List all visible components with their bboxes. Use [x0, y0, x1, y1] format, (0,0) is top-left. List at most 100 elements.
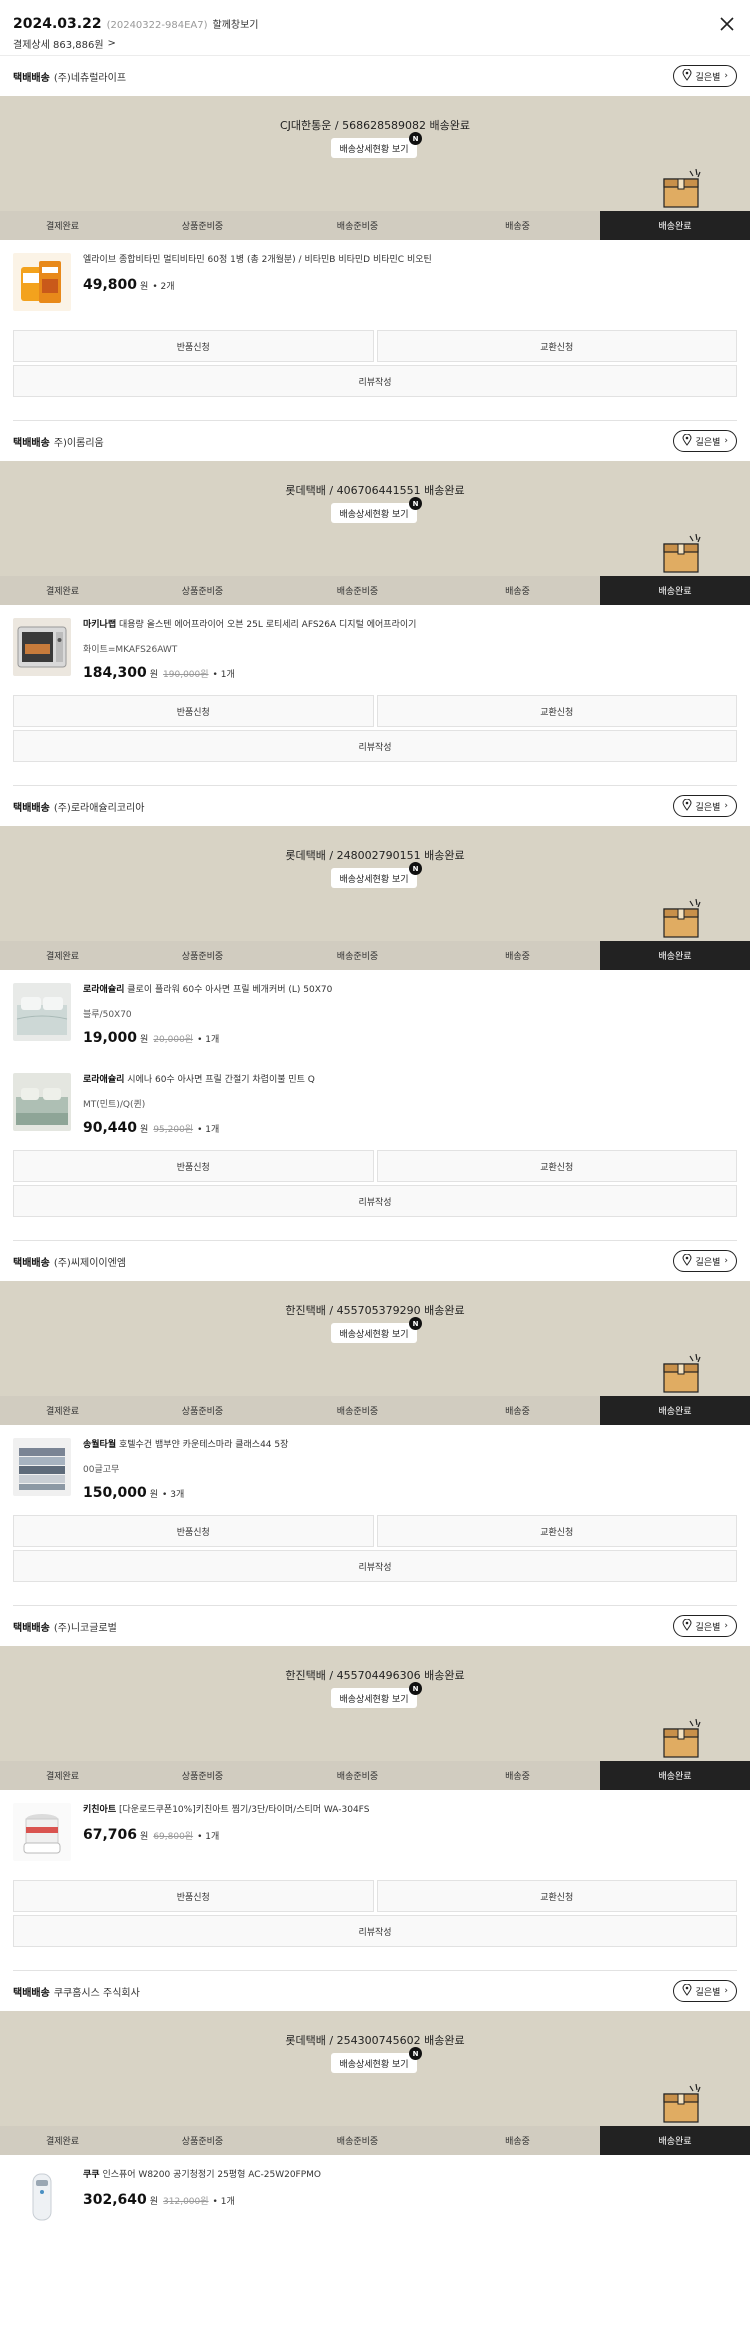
order-number: (20240322-984EA7) — [106, 20, 208, 31]
route-button[interactable]: 길은별 › — [672, 65, 737, 87]
product-option: 블루/50X70 — [83, 1010, 132, 1020]
tracking-banner: 한진택배 / 455705379290 배송완료 배송상세현황 보기 N — [0, 1281, 750, 1396]
delivery-box-icon — [660, 1718, 708, 1759]
product-title: 클로이 플라워 60수 아사면 프릴 베개커버 (L) 50X70 — [127, 985, 333, 995]
delivery-step: 상품준비중 — [181, 2137, 224, 2147]
route-button-label: 길은별 — [695, 802, 721, 813]
return-request-button[interactable]: 반품신청 — [13, 1150, 374, 1182]
shipment-list: 택배배송 (주)네츄럴라이프 길은별 › CJ대한통운 / 568628589082… — [0, 56, 750, 2245]
product-thumbnail[interactable] — [13, 1803, 71, 1861]
product-item[interactable]: 로라애슐리 클로이 플라워 60수 아사면 프릴 베개커버 (L) 50X70 … — [0, 970, 750, 1060]
new-badge: N — [409, 1317, 422, 1330]
return-request-button[interactable]: 반품신청 — [13, 1880, 374, 1912]
return-request-button[interactable]: 반품신청 — [13, 330, 374, 362]
carrier-tracking-text: 한진택배 / 455705379290 배송완료 — [285, 1304, 465, 1317]
exchange-request-button[interactable]: 교환신청 — [376, 1880, 737, 1912]
route-button[interactable]: 길은별 › — [672, 430, 737, 452]
seller-info: 택배배송 (주)로라애슐리코리아 — [13, 799, 144, 814]
write-review-button[interactable]: 리뷰작성 — [13, 365, 737, 397]
original-price: 312,000원 — [163, 2197, 209, 2207]
product-name[interactable]: 로라애슐리 시에나 60수 아사면 프릴 간절기 차렵이불 민트 Q — [83, 1074, 737, 1087]
delivery-step: 배송중 — [505, 587, 530, 597]
product-brand: 로라애슐리 — [83, 1075, 125, 1085]
map-pin-icon — [682, 1253, 692, 1269]
product-option: 화이트=MKAFS26AWT — [83, 645, 178, 655]
product-title: 호텔수건 뱀부얀 카운테스마라 클래스44 5장 — [119, 1440, 289, 1450]
map-pin-icon — [682, 798, 692, 814]
product-item[interactable]: 송월타월 호텔수건 뱀부얀 카운테스마라 클래스44 5장 00글고무 150,… — [0, 1425, 750, 1515]
route-button[interactable]: 길은별 › — [672, 795, 737, 817]
price-line: 184,300 원 190,000원 • 1개 — [83, 665, 737, 681]
route-button-label: 길은별 — [695, 437, 721, 448]
write-review-button[interactable]: 리뷰작성 — [13, 1915, 737, 1947]
product-thumbnail[interactable] — [13, 1073, 71, 1131]
product-name[interactable]: 쿠쿠 인스퓨어 W8200 공기청정기 25평형 AC-25W20FPMO — [83, 2169, 737, 2182]
shipment-card: 택배배송 (주)네츄럴라이프 길은별 › CJ대한통운 / 568628589082… — [0, 56, 750, 421]
product-item[interactable]: 키친아트 [다운로드쿠폰10%]키친아트 찜기/3단/타이머/스티머 WA-30… — [0, 1790, 750, 1880]
ship-type: 택배배송 — [13, 1987, 50, 1999]
route-button[interactable]: 길은별 › — [672, 1250, 737, 1272]
tracking-detail-button[interactable]: 배송상세현황 보기 — [331, 868, 417, 888]
delivery-step: 결제완료 — [45, 2137, 80, 2147]
carrier-tracking-text: 롯데택배 / 406706441551 배송완료 — [285, 484, 465, 497]
product-title: 엘라이브 종합비타민 멀티비타민 60정 1병 (총 2개월분) / 비타민B … — [83, 255, 432, 265]
write-review-button[interactable]: 리뷰작성 — [13, 1185, 737, 1217]
order-date: 2024.03.22 — [13, 16, 102, 32]
route-button[interactable]: 길은별 › — [672, 1615, 737, 1637]
product-thumbnail[interactable] — [13, 1438, 71, 1496]
route-button-label: 길은별 — [695, 1257, 721, 1268]
product-name[interactable]: 마키나랩 대용량 올스텐 에어프라이어 오븐 25L 로티세리 AFS26A 디… — [83, 619, 737, 632]
product-item[interactable]: 로라애슐리 시에나 60수 아사면 프릴 간절기 차렵이불 민트 Q MT(민트… — [0, 1060, 750, 1150]
shipment-header: 택배배송 주)이롬리움 길은별 › — [0, 421, 750, 461]
map-pin-icon — [682, 68, 692, 84]
product-item[interactable]: 엘라이브 종합비타민 멀티비타민 60정 1병 (총 2개월분) / 비타민B … — [0, 240, 750, 330]
product-item[interactable]: 마키나랩 대용량 올스텐 에어프라이어 오븐 25L 로티세리 AFS26A 디… — [0, 605, 750, 695]
return-request-button[interactable]: 반품신청 — [13, 695, 374, 727]
tracking-detail-button[interactable]: 배송상세현황 보기 — [331, 138, 417, 158]
payment-detail-label: 결제상세 863,886원 — [13, 40, 104, 51]
delivery-box-icon — [660, 2083, 708, 2124]
write-review-button[interactable]: 리뷰작성 — [13, 730, 737, 762]
shipment-card: 택배배송 (주)니코글로벌 길은별 › 한진택배 / 455704496306 배송… — [0, 1606, 750, 1971]
delivery-steps: 결제완료 상품준비중 배송준비중 배송중 배송완료 — [0, 941, 750, 970]
route-button[interactable]: 길은별 › — [672, 1980, 737, 2002]
tracking-detail-button[interactable]: 배송상세현황 보기 — [331, 1688, 417, 1708]
delivery-box-icon — [660, 898, 708, 939]
seller-info: 택배배송 (주)니코글로벌 — [13, 1619, 117, 1634]
product-thumbnail[interactable] — [13, 2168, 71, 2226]
exchange-request-button[interactable]: 교환신청 — [376, 1515, 737, 1547]
close-icon[interactable] — [717, 14, 737, 34]
tracking-banner: CJ대한통운 / 568628589082 배송완료 배송상세현황 보기 N — [0, 96, 750, 211]
seller-name: (주)네츄럴라이프 — [53, 72, 127, 84]
product-name[interactable]: 엘라이브 종합비타민 멀티비타민 60정 1병 (총 2개월분) / 비타민B … — [83, 254, 737, 267]
product-price: 90,440 — [83, 1120, 138, 1136]
payment-detail-link[interactable]: 결제상세 863,886원 > — [13, 36, 737, 51]
product-title: [다운로드쿠폰10%]키친아트 찜기/3단/타이머/스티머 WA-304FS — [119, 1805, 370, 1815]
delivery-step: 배송완료 — [600, 211, 750, 240]
exchange-request-button[interactable]: 교환신청 — [376, 330, 737, 362]
route-button-label: 길은별 — [695, 1622, 721, 1633]
exchange-request-button[interactable]: 교환신청 — [376, 1150, 737, 1182]
write-review-button[interactable]: 리뷰작성 — [13, 1550, 737, 1582]
tracking-detail-button[interactable]: 배송상세현황 보기 — [331, 2053, 417, 2073]
tracking-detail-button[interactable]: 배송상세현황 보기 — [331, 1323, 417, 1343]
ship-type: 택배배송 — [13, 72, 50, 84]
return-request-button[interactable]: 반품신청 — [13, 1515, 374, 1547]
tracking-detail-button[interactable]: 배송상세현황 보기 — [331, 503, 417, 523]
product-name[interactable]: 로라애슐리 클로이 플라워 60수 아사면 프릴 베개커버 (L) 50X70 — [83, 984, 737, 997]
price-line: 90,440 원 95,200원 • 1개 — [83, 1120, 737, 1136]
seller-name: (주)로라애슐리코리아 — [53, 802, 145, 814]
product-name[interactable]: 송월타월 호텔수건 뱀부얀 카운테스마라 클래스44 5장 — [83, 1439, 737, 1452]
new-badge: N — [409, 497, 422, 510]
product-quantity: • 1개 — [197, 1035, 220, 1045]
exchange-request-button[interactable]: 교환신청 — [376, 695, 737, 727]
tracking-banner: 롯데택배 / 406706441551 배송완료 배송상세현황 보기 N — [0, 461, 750, 576]
product-name[interactable]: 키친아트 [다운로드쿠폰10%]키친아트 찜기/3단/타이머/스티머 WA-30… — [83, 1804, 737, 1817]
open-window-link[interactable]: 할께창보기 — [213, 16, 259, 31]
price-line: 49,800 원 • 2개 — [83, 277, 737, 293]
product-thumbnail[interactable] — [13, 253, 71, 311]
currency-unit: 원 — [149, 1490, 159, 1500]
product-item[interactable]: 쿠쿠 인스퓨어 W8200 공기청정기 25평형 AC-25W20FPMO 30… — [0, 2155, 750, 2245]
product-thumbnail[interactable] — [13, 618, 71, 676]
product-thumbnail[interactable] — [13, 983, 71, 1041]
